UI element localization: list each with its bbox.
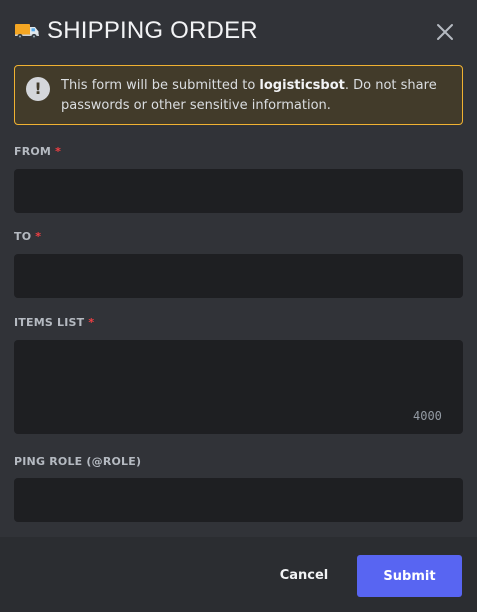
modal-title: SHIPPING ORDER [47, 17, 258, 44]
to-label: TO * [14, 230, 42, 243]
submit-button[interactable]: Submit [357, 555, 462, 597]
items-list-label: ITEMS LIST * [14, 316, 95, 329]
warning-text: This form will be submitted to logistics… [61, 78, 437, 113]
required-asterisk: * [88, 316, 95, 329]
modal-footer: Cancel Submit [0, 537, 477, 612]
bot-name: logisticsbot [259, 78, 345, 93]
delivery-truck-icon [15, 24, 39, 40]
required-asterisk: * [35, 230, 42, 243]
ping-role-label: PING ROLE (@ROLE) [14, 455, 142, 468]
required-asterisk: * [55, 145, 62, 158]
close-icon[interactable] [434, 21, 456, 43]
ping-role-input[interactable] [14, 478, 463, 522]
submission-warning: ! This form will be submitted to logisti… [14, 65, 463, 125]
cancel-button[interactable]: Cancel [262, 555, 346, 595]
warning-icon: ! [26, 77, 50, 101]
modal-header: SHIPPING ORDER [0, 0, 477, 64]
items-list-textarea[interactable] [14, 340, 463, 434]
from-label: FROM * [14, 145, 62, 158]
to-input[interactable] [14, 254, 463, 298]
character-counter: 4000 [413, 409, 442, 423]
shipping-order-modal: SHIPPING ORDER ! This form will be submi… [0, 0, 477, 612]
from-input[interactable] [14, 169, 463, 213]
